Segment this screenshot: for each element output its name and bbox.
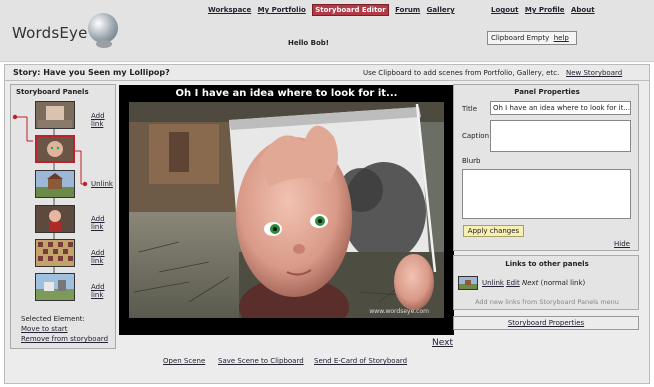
scene-caption: Oh I have an idea where to look for it..… — [175, 88, 398, 99]
panel-5-add-link[interactable]: Add link — [91, 249, 115, 265]
apply-changes-button[interactable]: Apply changes — [463, 225, 524, 237]
app-logo[interactable]: WordsEye — [12, 24, 88, 42]
nav-about[interactable]: About — [571, 6, 595, 14]
panel-thumbnail-4[interactable] — [35, 205, 75, 233]
open-scene-link[interactable]: Open Scene — [163, 357, 205, 365]
move-to-start-link[interactable]: Move to start — [21, 325, 68, 333]
scene-viewer: Oh I have an idea where to look for it..… — [119, 85, 454, 335]
title-input[interactable]: Oh I have an idea where to look for it..… — [490, 101, 631, 115]
link-edit[interactable]: Edit — [506, 279, 520, 287]
remove-from-storyboard-link[interactable]: Remove from storyboard — [21, 335, 108, 343]
story-title: Story: Have you Seen my Lollipop? — [13, 68, 170, 77]
nav-gallery[interactable]: Gallery — [427, 6, 455, 14]
greeting: Hello Bob! — [288, 39, 329, 47]
link-unlink[interactable]: Unlink — [482, 279, 504, 287]
linked-panel-thumbnail[interactable] — [458, 276, 478, 290]
panel-thumbnail-5[interactable] — [35, 239, 75, 267]
panel-thumbnail-3[interactable] — [35, 170, 75, 198]
globe-stand-icon — [96, 40, 112, 48]
panel-1-add-link[interactable]: Add link — [91, 112, 115, 128]
panel-6-add-link[interactable]: Add link — [91, 283, 115, 299]
caption-input[interactable] — [490, 120, 631, 152]
title-label: Title — [462, 105, 478, 113]
nav-my-profile[interactable]: My Profile — [525, 6, 565, 14]
header-bar: WordsEye Workspace My Portfolio Storyboa… — [0, 0, 654, 62]
nav-storyboard-editor[interactable]: Storyboard Editor — [312, 4, 389, 16]
scene-watermark: www.wordseye.com — [369, 308, 429, 315]
next-panel-link[interactable]: Next — [432, 338, 453, 348]
add-links-hint: Add new links from Storyboard Panels men… — [475, 298, 619, 306]
links-panel-title: Links to other panels — [505, 260, 589, 268]
blurb-input[interactable] — [462, 169, 631, 219]
link-type: (normal link) — [540, 279, 586, 287]
caption-label: Caption — [462, 132, 490, 140]
panel-properties: Panel Properties Title Oh I have an idea… — [453, 84, 639, 251]
nav-logout[interactable]: Logout — [491, 6, 518, 14]
panel-thumbnail-2[interactable] — [35, 135, 75, 163]
clipboard-hint: Use Clipboard to add scenes from Portfol… — [363, 69, 560, 77]
storyboard-properties-button[interactable]: Storyboard Properties — [453, 316, 639, 330]
new-storyboard-link[interactable]: New Storyboard — [566, 69, 622, 77]
storyboard-panels: Storyboard Panels Add link Unlink Add li… — [10, 84, 116, 349]
link-target: Next — [521, 279, 539, 287]
scene-image[interactable]: www.wordseye.com — [129, 102, 444, 318]
story-area: Story: Have you Seen my Lollipop? Use Cl… — [4, 64, 650, 384]
links-panel: Links to other panels Unlink Edit Next (… — [453, 255, 639, 310]
panel-thumbnail-1[interactable] — [35, 101, 75, 129]
nav-workspace[interactable]: Workspace — [208, 6, 251, 14]
user-nav: Logout My Profile About — [491, 6, 599, 14]
panel-properties-title: Panel Properties — [514, 88, 580, 96]
hide-link[interactable]: Hide — [614, 240, 630, 248]
panel-thumbnail-6[interactable] — [35, 273, 75, 301]
globe-logo-icon — [88, 13, 118, 43]
save-scene-to-clipboard-link[interactable]: Save Scene to Clipboard — [218, 357, 304, 365]
selected-element-label: Selected Element: — [21, 315, 85, 323]
blurb-label: Blurb — [462, 157, 481, 165]
main-nav: Workspace My Portfolio Storyboard Editor… — [208, 4, 459, 16]
panel-4-add-link[interactable]: Add link — [91, 215, 115, 231]
clipboard-help-link[interactable]: help — [554, 34, 569, 42]
clipboard-status-box: Clipboard Empty help — [487, 31, 577, 45]
story-bar: Story: Have you Seen my Lollipop? Use Cl… — [5, 65, 649, 81]
panel-3-unlink[interactable]: Unlink — [91, 180, 113, 188]
clipboard-status: Clipboard Empty — [491, 34, 550, 42]
nav-my-portfolio[interactable]: My Portfolio — [258, 6, 306, 14]
send-ecard-link[interactable]: Send E-Card of Storyboard — [314, 357, 407, 365]
link-row: Unlink Edit Next (normal link) — [482, 279, 585, 287]
nav-forum[interactable]: Forum — [395, 6, 420, 14]
